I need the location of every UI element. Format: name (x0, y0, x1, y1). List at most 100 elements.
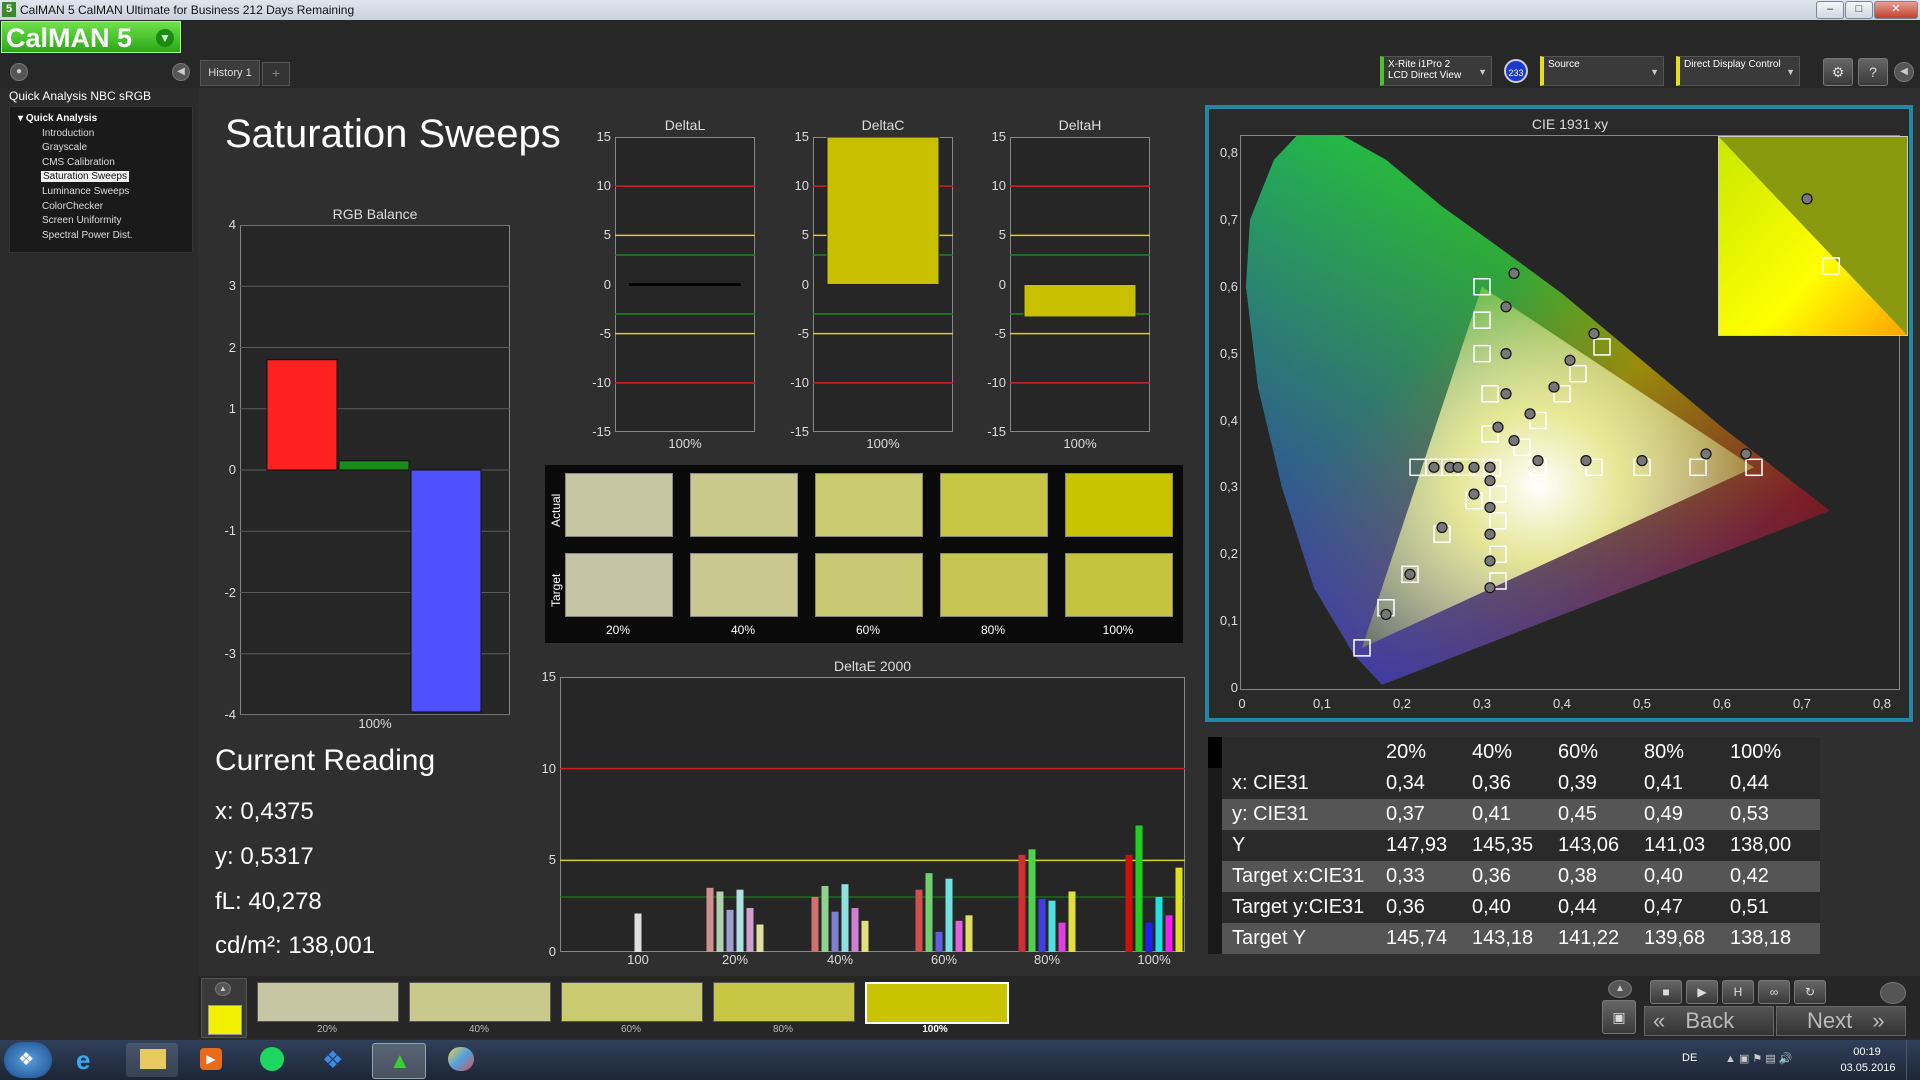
measured-point (1580, 455, 1592, 467)
close-button[interactable]: ✕ (1874, 1, 1918, 19)
cie-x-tick: 0,6 (1712, 696, 1732, 711)
start-button[interactable]: ❖ (4, 1042, 52, 1078)
table-cell: 0,40 (1644, 865, 1683, 887)
meter-status-badge[interactable]: 233 (1504, 59, 1528, 83)
meter-selector[interactable]: X-Rite i1Pro 2 LCD Direct View ▼ (1380, 56, 1492, 86)
logo-text: CalMAN 5 (6, 23, 133, 53)
reading-luminance: cd/m²: 138,001 (215, 932, 376, 959)
deltae-bar (935, 931, 943, 952)
deltae-x-tick: 100 (627, 952, 649, 967)
deltah-y-tick: -10 (987, 374, 1006, 390)
nav-group-quick-analysis[interactable]: ▾ Quick Analysis (18, 113, 97, 124)
nav-item-spectral-power[interactable]: Spectral Power Dist. (42, 230, 133, 241)
next-label: Next (1807, 1008, 1853, 1033)
refresh-button[interactable]: ↻ (1794, 980, 1826, 1004)
table-header-cell: 100% (1730, 741, 1782, 763)
tab-history-1[interactable]: History 1 (200, 60, 260, 86)
patch-60-button[interactable] (561, 982, 703, 1022)
help-button[interactable]: ? (1858, 58, 1888, 86)
patch-40-button[interactable] (409, 982, 551, 1022)
deltal-x-label: 100% (668, 436, 702, 451)
deltah-y-tick: -15 (987, 424, 1006, 439)
rgb-balance-chart (240, 225, 510, 715)
collapse-right-icon[interactable]: ◀ (1894, 62, 1914, 82)
table-cell: 147,93 (1386, 834, 1448, 856)
collapse-up-icon[interactable]: ▲ (215, 982, 231, 996)
table-header-cell: 60% (1558, 741, 1599, 763)
hold-button[interactable]: H (1722, 980, 1754, 1004)
rgb-balance-title: RGB Balance (332, 206, 418, 222)
minimize-button[interactable]: – (1816, 1, 1844, 19)
taskbar-calman[interactable]: ▲ (372, 1043, 426, 1079)
show-desktop-button[interactable] (1906, 1040, 1920, 1080)
table-row: Target Y 145,74 143,18 141,22 139,68 138,18 (1208, 923, 1820, 954)
measured-point (1532, 455, 1544, 467)
options-icon[interactable] (1880, 982, 1906, 1004)
flag-icon: ⚑ (1752, 1053, 1763, 1065)
continuous-button[interactable]: ∞ (1758, 980, 1790, 1004)
add-tab-button[interactable]: + (262, 62, 290, 86)
display-selector[interactable]: Direct Display Control ▼ (1676, 56, 1800, 86)
settings-button[interactable]: ⚙ (1823, 58, 1853, 86)
patch-80-button[interactable] (713, 982, 855, 1022)
taskbar-dropbox[interactable]: ❖ (308, 1043, 360, 1077)
deltae-bar (861, 920, 869, 952)
current-patch-panel: ▲ (201, 978, 247, 1038)
cie-x-tick: 0 (1238, 696, 1246, 711)
source-selector[interactable]: Source ▼ (1540, 56, 1664, 86)
chevron-down-icon: ▼ (156, 29, 174, 47)
taskbar-explorer[interactable] (126, 1043, 178, 1077)
deltae-bar (925, 873, 933, 952)
tray-icons[interactable]: ▲ ▣ ⚑ ▤ 🔊 (1725, 1052, 1793, 1065)
table-cell: 145,35 (1472, 834, 1534, 856)
nav-item-cms-calibration[interactable]: CMS Calibration (42, 157, 115, 168)
table-cell: 0,39 (1558, 772, 1597, 794)
back-label: Back (1685, 1008, 1735, 1033)
table-header-cell: 20% (1386, 741, 1427, 763)
collapse-up-icon[interactable]: ▲ (1608, 980, 1632, 998)
deltal-y-tick: 15 (596, 129, 611, 144)
measured-point (1484, 582, 1496, 594)
next-button[interactable]: Next » (1776, 1006, 1906, 1036)
table-cell: 0,38 (1558, 865, 1597, 887)
deltal-y-tick: -10 (592, 374, 611, 390)
clock-date[interactable]: 03.05.2016 (1838, 1062, 1898, 1074)
measured-point (1500, 348, 1512, 360)
target-row-label: Target (549, 573, 563, 607)
stop-button[interactable]: ▣ (1602, 1000, 1636, 1034)
network-icon: ▤ (1765, 1053, 1776, 1065)
table-cell: 0,51 (1730, 896, 1769, 918)
deltah-y-tick: 10 (991, 178, 1006, 194)
header-corner (1208, 737, 1222, 768)
taskbar-media[interactable]: ▶ (184, 1043, 236, 1077)
deltal-bar (629, 283, 741, 286)
back-button[interactable]: « Back (1644, 1006, 1774, 1036)
nav-pin-icon[interactable]: ● (10, 63, 28, 81)
deltac-y-tick: 5 (801, 227, 809, 243)
taskbar-spotify[interactable] (246, 1043, 298, 1077)
stop-measure-button[interactable]: ■ (1650, 980, 1682, 1004)
input-language[interactable]: DE (1682, 1052, 1697, 1064)
measured-point (1484, 528, 1496, 540)
table-cell: 0,41 (1472, 803, 1511, 825)
deltal-y-tick: 0 (603, 276, 611, 292)
nav-item-colorchecker[interactable]: ColorChecker (42, 201, 103, 212)
nav-item-saturation-sweeps[interactable]: Saturation Sweeps (41, 171, 129, 182)
calman-logo-menu[interactable]: CalMAN 5 ▼ (1, 21, 181, 53)
nav-item-introduction[interactable]: Introduction (42, 128, 94, 139)
maximize-button[interactable]: □ (1845, 1, 1873, 19)
cie-x-tick: 0,3 (1472, 696, 1492, 711)
nav-item-grayscale[interactable]: Grayscale (42, 142, 87, 153)
taskbar-ie[interactable]: e (62, 1043, 114, 1077)
patch-20-button[interactable] (257, 982, 399, 1022)
nav-item-screen-uniformity[interactable]: Screen Uniformity (42, 215, 121, 226)
taskbar-paint[interactable] (434, 1043, 486, 1077)
nav-item-luminance-sweeps[interactable]: Luminance Sweeps (42, 186, 129, 197)
deltac-y-tick: 15 (794, 129, 809, 144)
play-button[interactable]: ▶ (1686, 980, 1718, 1004)
collapse-nav-icon[interactable]: ◀ (172, 63, 190, 81)
clock-time[interactable]: 00:19 (1842, 1046, 1892, 1058)
patch-100-button[interactable] (865, 982, 1009, 1024)
rgb-y-tick: 0 (228, 462, 236, 477)
row-marker (1208, 923, 1222, 954)
